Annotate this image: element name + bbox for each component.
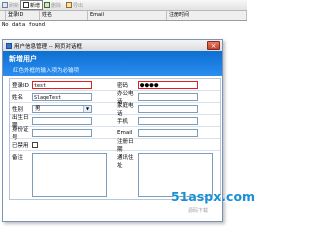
password-input[interactable]: ●●●● <box>138 80 198 89</box>
name-input[interactable]: SlaqeTest <box>32 92 92 101</box>
remark-textarea[interactable] <box>32 153 107 197</box>
toolbar: 刷新 新增 删除 导出 <box>0 0 247 11</box>
form-row: 已禁用 注册日期 <box>10 138 220 153</box>
close-button[interactable]: × <box>207 41 220 50</box>
export-button[interactable]: 导出 <box>66 1 83 9</box>
watermark-logo: 51aspx.com <box>171 189 256 204</box>
user-form: 登录ID test 密码 ●●●● 姓名 SlaqeTest 办公电话 性别 男… <box>9 78 221 200</box>
delete-icon <box>44 2 50 8</box>
column-header[interactable]: 注册时间 <box>167 11 247 20</box>
refresh-icon <box>2 2 8 8</box>
birthday-input[interactable] <box>32 116 92 125</box>
banner-title: 新增用户 <box>9 55 37 63</box>
refresh-button[interactable]: 刷新 <box>2 1 19 9</box>
form-row: 登录ID test 密码 ●●●● <box>10 79 220 91</box>
form-row: 姓名 SlaqeTest 办公电话 <box>10 91 220 105</box>
delete-button[interactable]: 删除 <box>44 1 61 9</box>
gender-select[interactable]: 男 ▼ <box>32 104 92 113</box>
login-label: 登录ID <box>12 82 29 89</box>
gender-value: 男 <box>35 105 41 112</box>
grid-header: 登录ID 姓名 Email 注册时间 <box>0 11 247 21</box>
disabled-label: 已禁用 <box>12 142 29 149</box>
address-label: 通讯住址 <box>117 155 134 169</box>
idcard-input[interactable] <box>32 128 92 137</box>
form-row: 出生日期 手机 <box>10 115 220 129</box>
home-phone-input[interactable] <box>138 104 198 113</box>
empty-message: No data found <box>2 22 46 28</box>
form-row: 性别 男 ▼ 家庭电话 <box>10 102 220 117</box>
add-icon <box>23 2 29 8</box>
export-icon <box>66 2 72 8</box>
register-date-label: 注册日期 <box>117 138 134 153</box>
email-input[interactable] <box>138 128 198 137</box>
column-header[interactable]: 登录ID <box>6 11 40 20</box>
mobile-input[interactable] <box>138 116 198 125</box>
banner-subtitle: 红色外框的输入项为必输项 <box>13 68 80 74</box>
chevron-down-icon[interactable]: ▼ <box>83 105 91 112</box>
dialog-title: 用户信息管理 -- 网页对话框 <box>14 43 82 50</box>
office-phone-input[interactable] <box>138 92 198 101</box>
mobile-label: 手机 <box>117 118 129 125</box>
name-label: 姓名 <box>12 94 24 101</box>
column-header[interactable]: Email <box>88 11 167 20</box>
login-input[interactable]: test <box>32 80 92 89</box>
form-row: 身份证号 Email <box>10 126 220 141</box>
app-icon <box>6 42 12 49</box>
idcard-label: 身份证号 <box>12 126 29 141</box>
watermark-subtext: 源码下载 <box>188 208 209 214</box>
column-header[interactable]: 姓名 <box>40 11 88 20</box>
disabled-checkbox[interactable] <box>32 141 38 148</box>
home-phone-label: 家庭电话 <box>117 102 134 117</box>
remark-label: 备注 <box>12 155 24 161</box>
add-button[interactable]: 新增 <box>20 0 44 10</box>
dialog-banner: 新增用户 红色外框的输入项为必输项 <box>3 51 222 76</box>
